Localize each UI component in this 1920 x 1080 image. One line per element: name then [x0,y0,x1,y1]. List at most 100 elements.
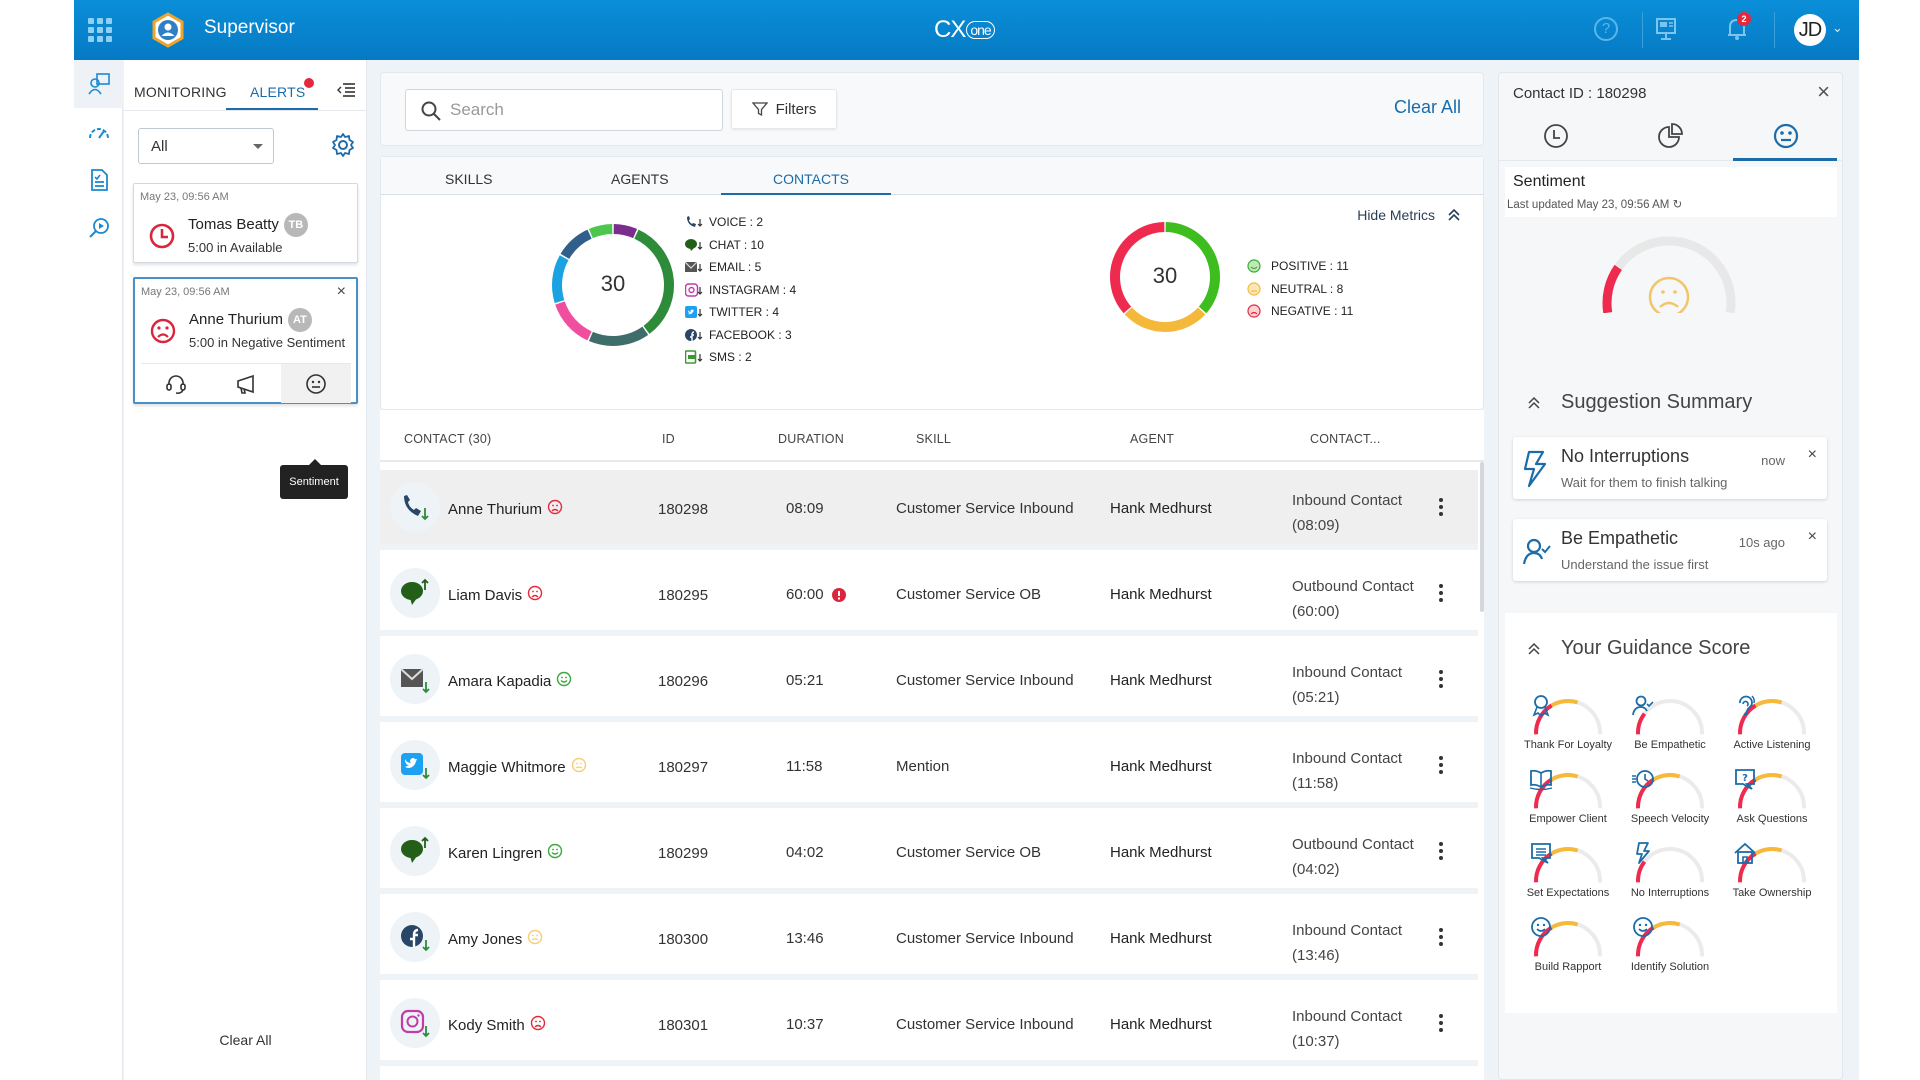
legend-positive[interactable]: POSITIVE : 11 [1247,255,1353,278]
voice-channel-icon [390,482,440,532]
contact-type: Inbound Contact [1292,664,1403,681]
column-header-duration[interactable]: DURATION [778,432,844,446]
guidance-item[interactable]: Speech Velocity [1619,767,1721,833]
guidance-label: Empower Client [1529,813,1607,825]
donut-slice-instagram[interactable] [555,301,592,341]
row-menu-kebab-icon[interactable] [1438,670,1444,692]
tab-agents[interactable]: AGENTS [611,171,669,187]
legend-email[interactable]: EMAIL : 5 [685,256,796,279]
close-icon[interactable]: × [1808,528,1817,546]
nav-reports[interactable] [74,156,123,204]
chevron-down-icon[interactable]: ⌄ [1832,20,1843,36]
contact-id-title: Contact ID : 180298 [1513,85,1647,102]
row-menu-kebab-icon[interactable] [1438,1014,1444,1036]
refresh-icon[interactable]: ↻ [1673,199,1683,211]
user-avatar[interactable]: JD [1794,14,1826,46]
settings-gear-icon[interactable] [330,132,356,158]
suggestion-card[interactable]: Be Empathetic Understand the issue first… [1513,519,1827,581]
filters-button[interactable]: Filters [731,89,837,129]
monitor-button[interactable] [141,364,211,403]
donut-slice-neutral[interactable] [1124,307,1206,332]
table-row[interactable]: Amara Kapadia 180296 05:21 Customer Service… [380,642,1478,722]
presentation-icon[interactable] [1655,16,1677,42]
hide-metrics-toggle[interactable]: Hide Metrics [1357,207,1461,223]
alert-card-selected[interactable]: May 23, 09:56 AM × Anne Thurium AT 5:00 i… [133,277,358,404]
donut-slice-facebook[interactable] [560,229,592,260]
close-icon[interactable]: × [337,283,346,301]
clear-all-filters-button[interactable]: Clear All [1394,97,1461,118]
collapse-menu-icon[interactable] [337,82,355,98]
legend-sms[interactable]: SMS : 2 [685,346,796,369]
contact-id: 180299 [658,845,709,862]
pie-chart-icon[interactable] [1655,121,1685,151]
guidance-item[interactable]: ? Ask Questions [1721,767,1823,833]
clear-all-alerts-button[interactable]: Clear All [124,1032,367,1048]
tab-alerts[interactable]: ALERTS [250,84,305,100]
tab-contacts[interactable]: CONTACTS [773,171,849,187]
donut-slice-sms[interactable] [588,224,613,239]
column-header-agent[interactable]: AGENT [1130,432,1174,446]
suggestion-summary-header[interactable]: Suggestion Summary [1527,391,1752,414]
suggestion-card[interactable]: No Interruptions Wait for them to finish… [1513,437,1827,499]
close-icon[interactable]: × [1817,79,1830,105]
legend-twitter[interactable]: TWITTER : 4 [685,301,796,324]
table-row[interactable]: Maggie Whitmore 180297 11:58 Mention Hank Me… [380,728,1478,808]
double-chevron-up-icon [1528,396,1540,409]
history-clock-icon[interactable] [1541,121,1571,151]
legend-voice[interactable]: VOICE : 2 [685,211,796,234]
sentiment-legend: POSITIVE : 11 NEUTRAL : 8 NEGATIVE : 11 [1247,255,1353,323]
guidance-item[interactable]: Active Listening [1721,693,1823,759]
table-row[interactable]: Liam Davis 180295 60:00 Customer Service OB… [380,556,1478,636]
guidance-item[interactable]: Empower Client [1517,767,1619,833]
divider [1774,12,1775,48]
alert-filter-select[interactable]: All [138,128,274,164]
column-header-contact[interactable]: CONTACT (30) [404,432,491,446]
search-field[interactable] [405,89,723,131]
guidance-score-header[interactable]: Your Guidance Score [1527,637,1750,660]
legend-facebook[interactable]: FACEBOOK : 3 [685,324,796,347]
row-menu-kebab-icon[interactable] [1438,584,1444,606]
column-header-contact-type[interactable]: CONTACT... [1310,432,1381,446]
guidance-item[interactable]: Thank For Loyalty [1517,693,1619,759]
coach-button[interactable] [211,364,281,403]
search-input[interactable] [450,100,700,120]
table-row[interactable]: Kody Smith 180301 10:37 Customer Service In… [380,986,1478,1066]
guidance-item[interactable]: Be Empathetic [1619,693,1721,759]
column-header-id[interactable]: ID [662,432,675,446]
sentiment-face-icon[interactable] [1771,121,1801,151]
row-menu-kebab-icon[interactable] [1438,756,1444,778]
chat-bubble-icon [685,237,705,253]
legend-instagram[interactable]: INSTAGRAM : 4 [685,279,796,302]
alert-card[interactable]: May 23, 09:56 AM Tomas Beatty TB 5:00 in … [133,183,358,263]
donut-slice-email[interactable] [588,326,649,346]
row-menu-kebab-icon[interactable] [1438,498,1444,520]
sentiment-button[interactable] [281,364,351,403]
guidance-item[interactable]: Set Expectations [1517,841,1619,907]
nav-monitoring[interactable] [74,60,123,108]
row-menu-kebab-icon[interactable] [1438,928,1444,950]
table-row[interactable]: Amy Jones 180300 13:46 Customer Service Inb… [380,900,1478,980]
contact-name: Amara Kapadia [448,672,552,690]
app-launcher-icon[interactable] [88,18,112,42]
nav-dashboard[interactable] [74,108,123,156]
donut-slice-voice[interactable] [613,224,638,239]
tab-skills[interactable]: SKILLS [445,171,492,187]
search-play-icon [88,218,109,238]
table-row[interactable]: Karen Lingren 180299 04:02 Customer Service… [380,814,1478,894]
tab-monitoring[interactable]: MONITORING [134,84,227,100]
guidance-item[interactable]: Take Ownership [1721,841,1823,907]
row-menu-kebab-icon[interactable] [1438,842,1444,864]
guidance-item[interactable]: Identify Solution [1619,915,1721,981]
table-row[interactable]: Anne Thurium 180298 08:09 Customer Service … [380,470,1478,550]
nav-playback[interactable] [74,204,123,252]
guidance-item[interactable]: No Interruptions [1619,841,1721,907]
help-icon[interactable]: ? [1594,17,1618,41]
agent-name: Hank Medhurst [1110,586,1212,603]
legend-neutral[interactable]: NEUTRAL : 8 [1247,278,1353,301]
legend-chat[interactable]: CHAT : 10 [685,234,796,257]
table-scrollbar[interactable] [1480,462,1484,612]
close-icon[interactable]: × [1808,446,1817,464]
column-header-skill[interactable]: SKILL [916,432,951,446]
legend-negative[interactable]: NEGATIVE : 11 [1247,300,1353,323]
guidance-item[interactable]: Build Rapport [1517,915,1619,981]
